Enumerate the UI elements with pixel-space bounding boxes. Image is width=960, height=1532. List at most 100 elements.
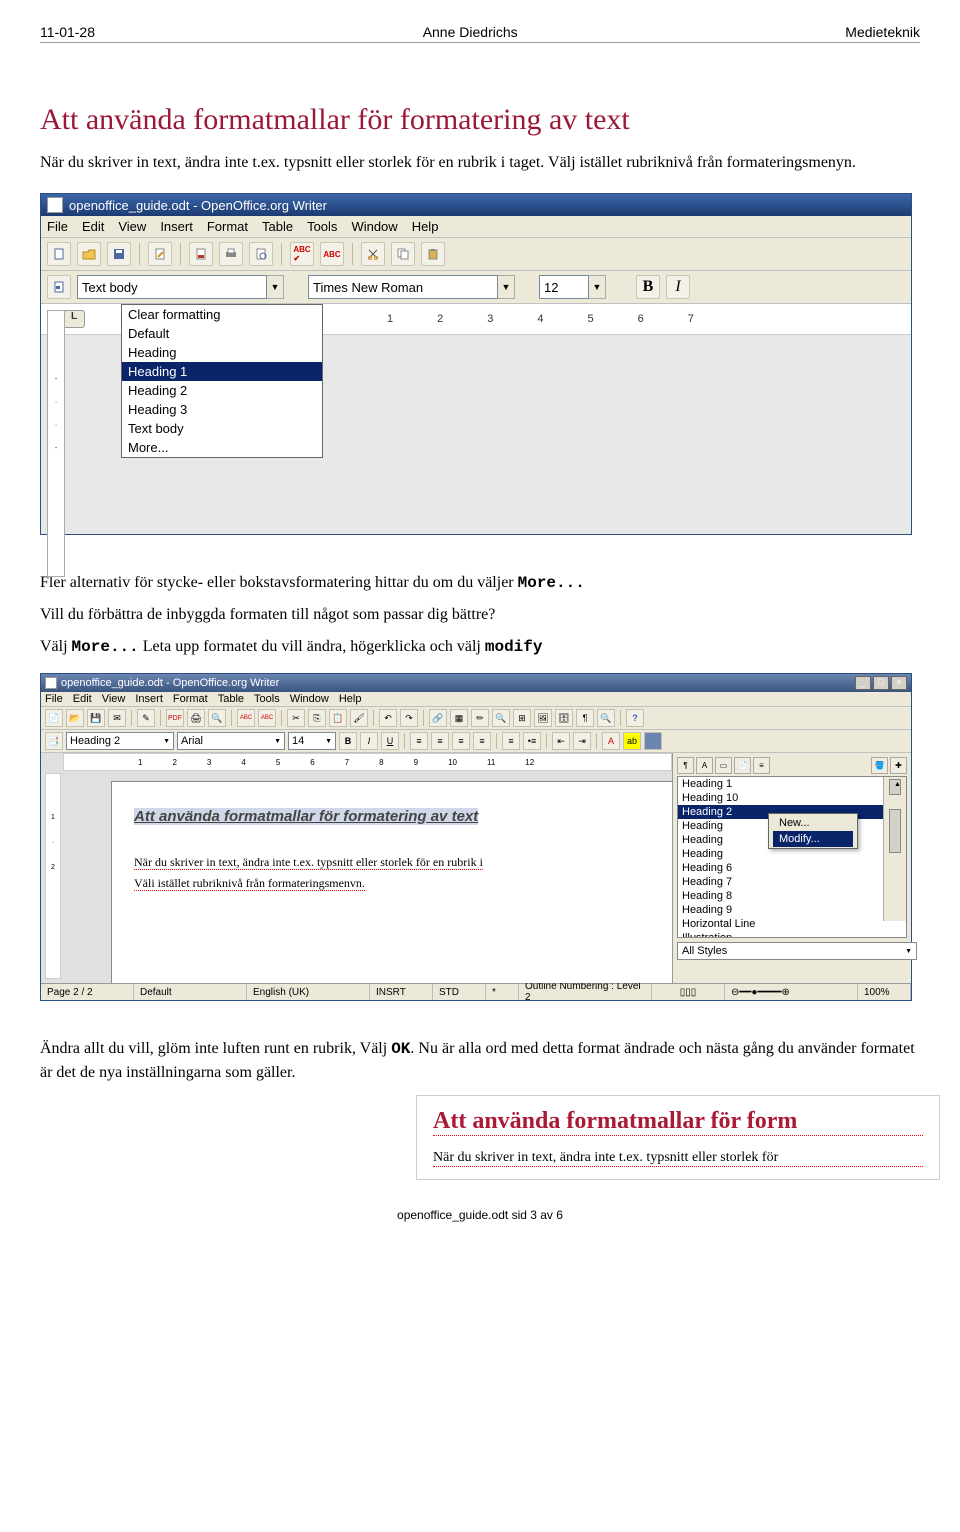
edit-icon[interactable]: ✎ (137, 709, 155, 727)
menu-file[interactable]: File (45, 693, 63, 705)
style-item[interactable]: Heading 7 (678, 875, 906, 889)
ctx-modify[interactable]: Modify... (773, 831, 853, 847)
font-size-selector[interactable]: 14▼ (288, 732, 336, 750)
font-name-selector[interactable]: Arial▼ (177, 732, 285, 750)
style-item[interactable]: Heading 9 (678, 903, 906, 917)
find-icon[interactable]: 🔍 (492, 709, 510, 727)
style-item[interactable]: Horizontal Line (678, 917, 906, 931)
style-option-heading[interactable]: Heading (122, 343, 322, 362)
email-icon[interactable]: ✉ (108, 709, 126, 727)
menu-insert[interactable]: Insert (135, 693, 163, 705)
datasources-icon[interactable]: 🗄 (555, 709, 573, 727)
scroll-thumb[interactable] (889, 809, 901, 853)
show-draw-icon[interactable]: ✏ (471, 709, 489, 727)
menu-table[interactable]: Table (262, 219, 293, 234)
new-doc-icon[interactable] (47, 242, 71, 266)
menu-edit[interactable]: Edit (73, 693, 92, 705)
spellcheck-icon[interactable]: ABC✔ (290, 242, 314, 266)
paste-icon[interactable] (421, 242, 445, 266)
highlight-icon[interactable]: ab (623, 732, 641, 750)
status-language[interactable]: English (UK) (247, 984, 370, 1000)
style-item[interactable]: Heading 1 (678, 777, 906, 791)
edit-doc-icon[interactable] (148, 242, 172, 266)
underline-button[interactable]: U (381, 732, 399, 750)
hyperlink-icon[interactable]: 🔗 (429, 709, 447, 727)
help-icon[interactable]: ? (626, 709, 644, 727)
style-option-clear[interactable]: Clear formatting (122, 305, 322, 324)
styles-filter-selector[interactable]: All Styles ▼ (677, 942, 917, 960)
menu-table[interactable]: Table (218, 693, 244, 705)
close-button[interactable]: × (891, 676, 907, 690)
frame-styles-icon[interactable]: ▭ (715, 757, 732, 774)
menu-help[interactable]: Help (339, 693, 362, 705)
style-item[interactable]: Heading 6 (678, 861, 906, 875)
status-std[interactable]: STD (433, 984, 486, 1000)
align-center-icon[interactable]: ≡ (431, 732, 449, 750)
paragraph-style-dropdown[interactable]: Clear formatting Default Heading Heading… (121, 304, 323, 458)
status-insert[interactable]: INSRT (370, 984, 433, 1000)
document-canvas[interactable]: 1 2 3 4 5 6 7 8 9 10 11 12 1·2 Att använ… (41, 753, 672, 983)
copy-icon[interactable] (391, 242, 415, 266)
spellcheck-icon[interactable]: ABC (237, 709, 255, 727)
cut-icon[interactable]: ✂ (287, 709, 305, 727)
save-icon[interactable]: 💾 (87, 709, 105, 727)
new-style-icon[interactable]: ✚ (890, 757, 907, 774)
print-icon[interactable] (219, 242, 243, 266)
print-icon[interactable]: 🖨 (187, 709, 205, 727)
menu-window[interactable]: Window (351, 219, 397, 234)
status-view-icons[interactable]: ▯▯▯ (652, 984, 725, 1000)
context-menu[interactable]: New... Modify... (768, 813, 858, 849)
menu-file[interactable]: File (47, 219, 68, 234)
zoom-icon[interactable]: 🔍 (597, 709, 615, 727)
numbering-icon[interactable]: ≡ (502, 732, 520, 750)
align-right-icon[interactable]: ≡ (452, 732, 470, 750)
style-item[interactable]: Heading 8 (678, 889, 906, 903)
menu-format[interactable]: Format (173, 693, 208, 705)
bg-color-icon[interactable] (644, 732, 662, 750)
open-icon[interactable]: 📂 (66, 709, 84, 727)
copy-icon[interactable]: ⎘ (308, 709, 326, 727)
gallery-icon[interactable]: 🖼 (534, 709, 552, 727)
pdf-export-icon[interactable] (189, 242, 213, 266)
font-size-selector[interactable]: 12 ▼ (539, 275, 606, 299)
minimize-button[interactable]: _ (855, 676, 871, 690)
style-item[interactable]: Heading 10 (678, 791, 906, 805)
increase-indent-icon[interactable]: ⇥ (573, 732, 591, 750)
scrollbar-vertical[interactable]: ▲ (883, 777, 906, 921)
style-option-heading3[interactable]: Heading 3 (122, 400, 322, 419)
auto-spellcheck-icon[interactable]: ABC (320, 242, 344, 266)
menu-help[interactable]: Help (412, 219, 439, 234)
pdf-icon[interactable]: PDF (166, 709, 184, 727)
status-style[interactable]: Default (134, 984, 247, 1000)
list-styles-icon[interactable]: ≡ (753, 757, 770, 774)
paste-icon[interactable]: 📋 (329, 709, 347, 727)
style-item[interactable]: Illustration (678, 931, 906, 938)
chevron-down-icon[interactable]: ▼ (589, 275, 606, 299)
style-option-heading2[interactable]: Heading 2 (122, 381, 322, 400)
preview-icon[interactable] (249, 242, 273, 266)
bold-button[interactable]: B (636, 275, 660, 299)
bullets-icon[interactable]: •≡ (523, 732, 541, 750)
navigator-icon[interactable]: ⊞ (513, 709, 531, 727)
menu-format[interactable]: Format (207, 219, 248, 234)
ctx-new[interactable]: New... (773, 815, 853, 831)
table-icon[interactable]: ▦ (450, 709, 468, 727)
save-icon[interactable] (107, 242, 131, 266)
style-option-textbody[interactable]: Text body (122, 419, 322, 438)
status-zoom-slider[interactable]: ⊖━━●━━━━⊕ (725, 984, 858, 1000)
auto-spellcheck-icon[interactable]: ABC (258, 709, 276, 727)
chevron-down-icon[interactable]: ▼ (267, 275, 284, 299)
scroll-up-icon[interactable]: ▲ (889, 779, 901, 795)
status-zoom[interactable]: 100% (858, 984, 911, 1000)
format-paint-icon[interactable]: 🖌 (350, 709, 368, 727)
paragraph-style-selector[interactable]: Text body ▼ (77, 275, 284, 299)
styles-window-icon[interactable] (47, 275, 71, 299)
menu-tools[interactable]: Tools (307, 219, 337, 234)
decrease-indent-icon[interactable]: ⇤ (552, 732, 570, 750)
preview-icon[interactable]: 🔍 (208, 709, 226, 727)
paragraph-style-selector[interactable]: Heading 2▼ (66, 732, 174, 750)
font-name-selector[interactable]: Times New Roman ▼ (308, 275, 515, 299)
chevron-down-icon[interactable]: ▼ (498, 275, 515, 299)
nonprinting-icon[interactable]: ¶ (576, 709, 594, 727)
font-color-icon[interactable]: A (602, 732, 620, 750)
